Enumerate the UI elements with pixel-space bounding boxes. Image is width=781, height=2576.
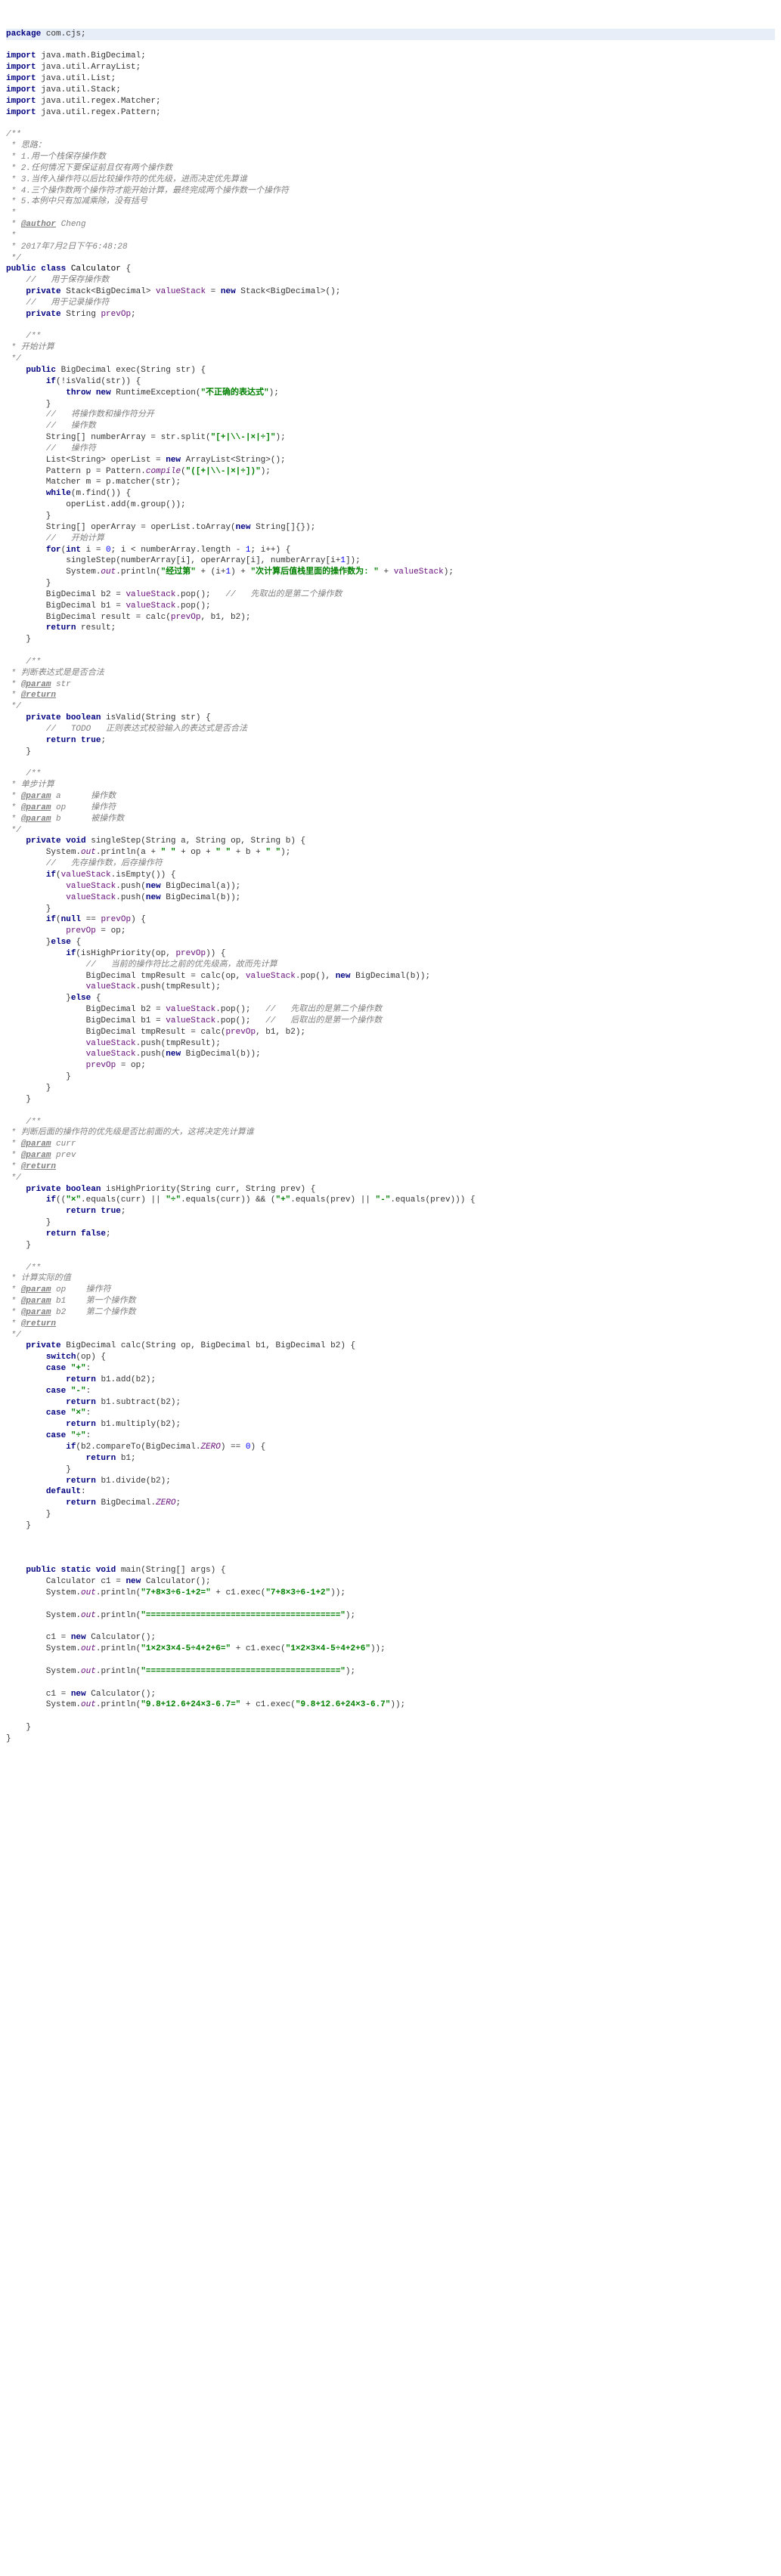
code-editor: package com.cjs; import java.math.BigDec…	[6, 29, 775, 1745]
package-line: package com.cjs;	[6, 29, 775, 40]
